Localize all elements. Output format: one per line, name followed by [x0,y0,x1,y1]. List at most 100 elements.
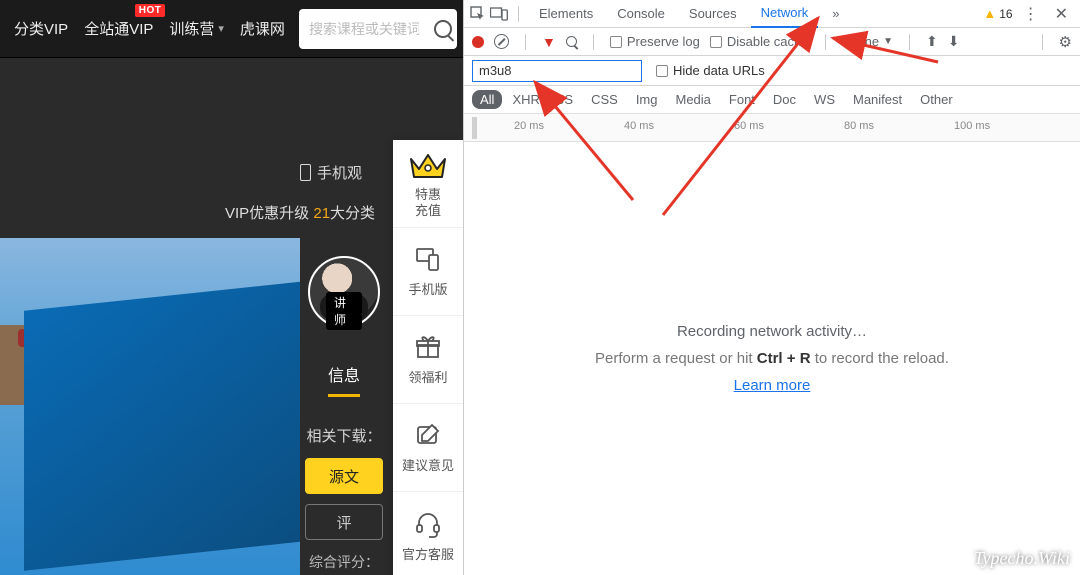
network-toolbar: ▼ Preserve log Disable cache Online ▼ ⬆ … [464,28,1080,56]
divider [525,34,526,50]
type-ws[interactable]: WS [806,90,843,109]
checkbox-icon [710,36,722,48]
devtools-tabs: Elements Console Sources Network » ▲ 16 … [464,0,1080,28]
tab-network[interactable]: Network [751,0,819,28]
dock-bonus-label: 领福利 [408,367,447,386]
type-manifest[interactable]: Manifest [845,90,910,109]
type-doc[interactable]: Doc [765,90,804,109]
dock-mobile-label: 手机版 [408,279,447,298]
clear-button[interactable] [494,34,509,49]
tick-20: 20 ms [514,120,544,132]
watermark: Typecho.Wiki [974,548,1070,569]
device-toggle-icon[interactable] [490,7,508,21]
tab-sources[interactable]: Sources [679,0,747,28]
type-img[interactable]: Img [628,90,666,109]
preview-art [24,279,300,571]
empty-line1: Recording network activity… [677,323,867,340]
vip-suffix: 大分类 [330,205,375,222]
search-icon[interactable] [566,36,577,47]
dock-recharge-l2: 充值 [415,203,441,218]
close-icon[interactable]: ✕ [1049,4,1074,24]
search-input[interactable] [309,21,419,37]
source-button[interactable]: 源文 [305,458,383,494]
chevron-down-icon: ▼ [883,36,893,47]
dock-bonus[interactable]: 领福利 [393,316,463,404]
warning-count: 16 [999,7,1012,21]
crown-icon [407,149,449,181]
warning-badge[interactable]: ▲ 16 [983,6,1012,21]
tab-info[interactable]: 信息 [328,362,360,397]
tick-40: 40 ms [624,120,654,132]
type-media[interactable]: Media [667,90,718,109]
online-label: Online [842,34,880,49]
vip-prefix: VIP优惠升级 [225,205,313,222]
upload-har-icon[interactable]: ⬆ [926,33,938,50]
filter-icon[interactable]: ▼ [542,34,556,50]
type-js[interactable]: JS [550,90,581,109]
devices-icon [414,245,442,273]
phone-icon [300,164,311,181]
review-button[interactable]: 评 [305,504,383,540]
dock-support[interactable]: 官方客服 [393,492,463,575]
type-other[interactable]: Other [912,90,961,109]
dock-recharge-l1: 特惠 [415,187,441,202]
instructor-tag: 讲师 [326,292,362,330]
warning-icon: ▲ [983,6,996,21]
mobile-label: 手机观 [317,162,362,183]
menu-category-vip[interactable]: 分类VIP [6,0,76,58]
menu-brand[interactable]: 虎课网 [232,0,293,58]
type-css[interactable]: CSS [583,90,626,109]
instructor[interactable]: 讲师 [308,256,380,328]
divider [593,34,594,50]
kebab-icon[interactable]: ⋮ [1017,4,1045,24]
search-button[interactable] [429,9,457,49]
disable-cache-label: Disable cache [727,34,809,49]
type-all[interactable]: All [472,90,502,109]
menu-all-vip[interactable]: 全站通VIP HOT [76,0,161,58]
dock-feedback[interactable]: 建议意见 [393,404,463,492]
tick-100: 100 ms [954,120,990,132]
preserve-log-label: Preserve log [627,34,700,49]
edit-icon [414,421,442,449]
shortcut: Ctrl + R [757,350,811,367]
menu-camp-label: 训练营 [169,18,214,39]
request-type-filter: All XHR JS CSS Img Media Font Doc WS Man… [464,86,1080,114]
empty-line2: Perform a request or hit Ctrl + R to rec… [595,350,949,367]
learn-more-link[interactable]: Learn more [734,377,811,394]
download-label: 相关下载： [306,425,381,446]
course-preview[interactable] [0,238,300,575]
checkbox-icon [610,36,622,48]
dock-mobile[interactable]: 手机版 [393,228,463,316]
inspect-icon[interactable] [470,6,486,22]
chevron-down-icon: ▾ [218,22,224,35]
type-xhr[interactable]: XHR [504,90,547,109]
dock-recharge[interactable]: 特惠 充值 [393,140,463,228]
type-font[interactable]: Font [721,90,763,109]
throttling-select[interactable]: Online ▼ [842,34,893,49]
search-icon [434,20,452,38]
preserve-log-checkbox[interactable]: Preserve log [610,34,700,49]
menu-camp[interactable]: 训练营 ▾ [161,0,232,58]
search-box[interactable] [299,9,429,49]
search-wrap [299,9,457,49]
vip-count: 21 [313,205,330,222]
timeline-handle[interactable] [472,117,477,139]
rating-label: 综合评分： [309,552,379,572]
timeline[interactable]: 20 ms 40 ms 60 ms 80 ms 100 ms [464,114,1080,142]
tab-elements[interactable]: Elements [529,0,603,28]
gear-icon[interactable]: ⚙ [1059,33,1072,51]
tab-console[interactable]: Console [607,0,675,28]
tab-more[interactable]: » [822,0,849,28]
download-har-icon[interactable]: ⬇ [948,33,960,50]
msg2a: Perform a request or hit [595,350,757,367]
dock-feedback-label: 建议意见 [402,455,454,474]
record-button[interactable] [472,36,484,48]
filter-row: Hide data URLs [464,56,1080,86]
hide-data-urls-checkbox[interactable]: Hide data URLs [656,63,765,78]
mobile-view-link[interactable]: 手机观 [300,162,362,183]
devtools-panel: Elements Console Sources Network » ▲ 16 … [463,0,1080,575]
vip-promo[interactable]: VIP优惠升级 21大分类 [225,202,375,223]
checkbox-icon [656,65,668,77]
filter-input[interactable] [472,60,642,82]
disable-cache-checkbox[interactable]: Disable cache [710,34,809,49]
